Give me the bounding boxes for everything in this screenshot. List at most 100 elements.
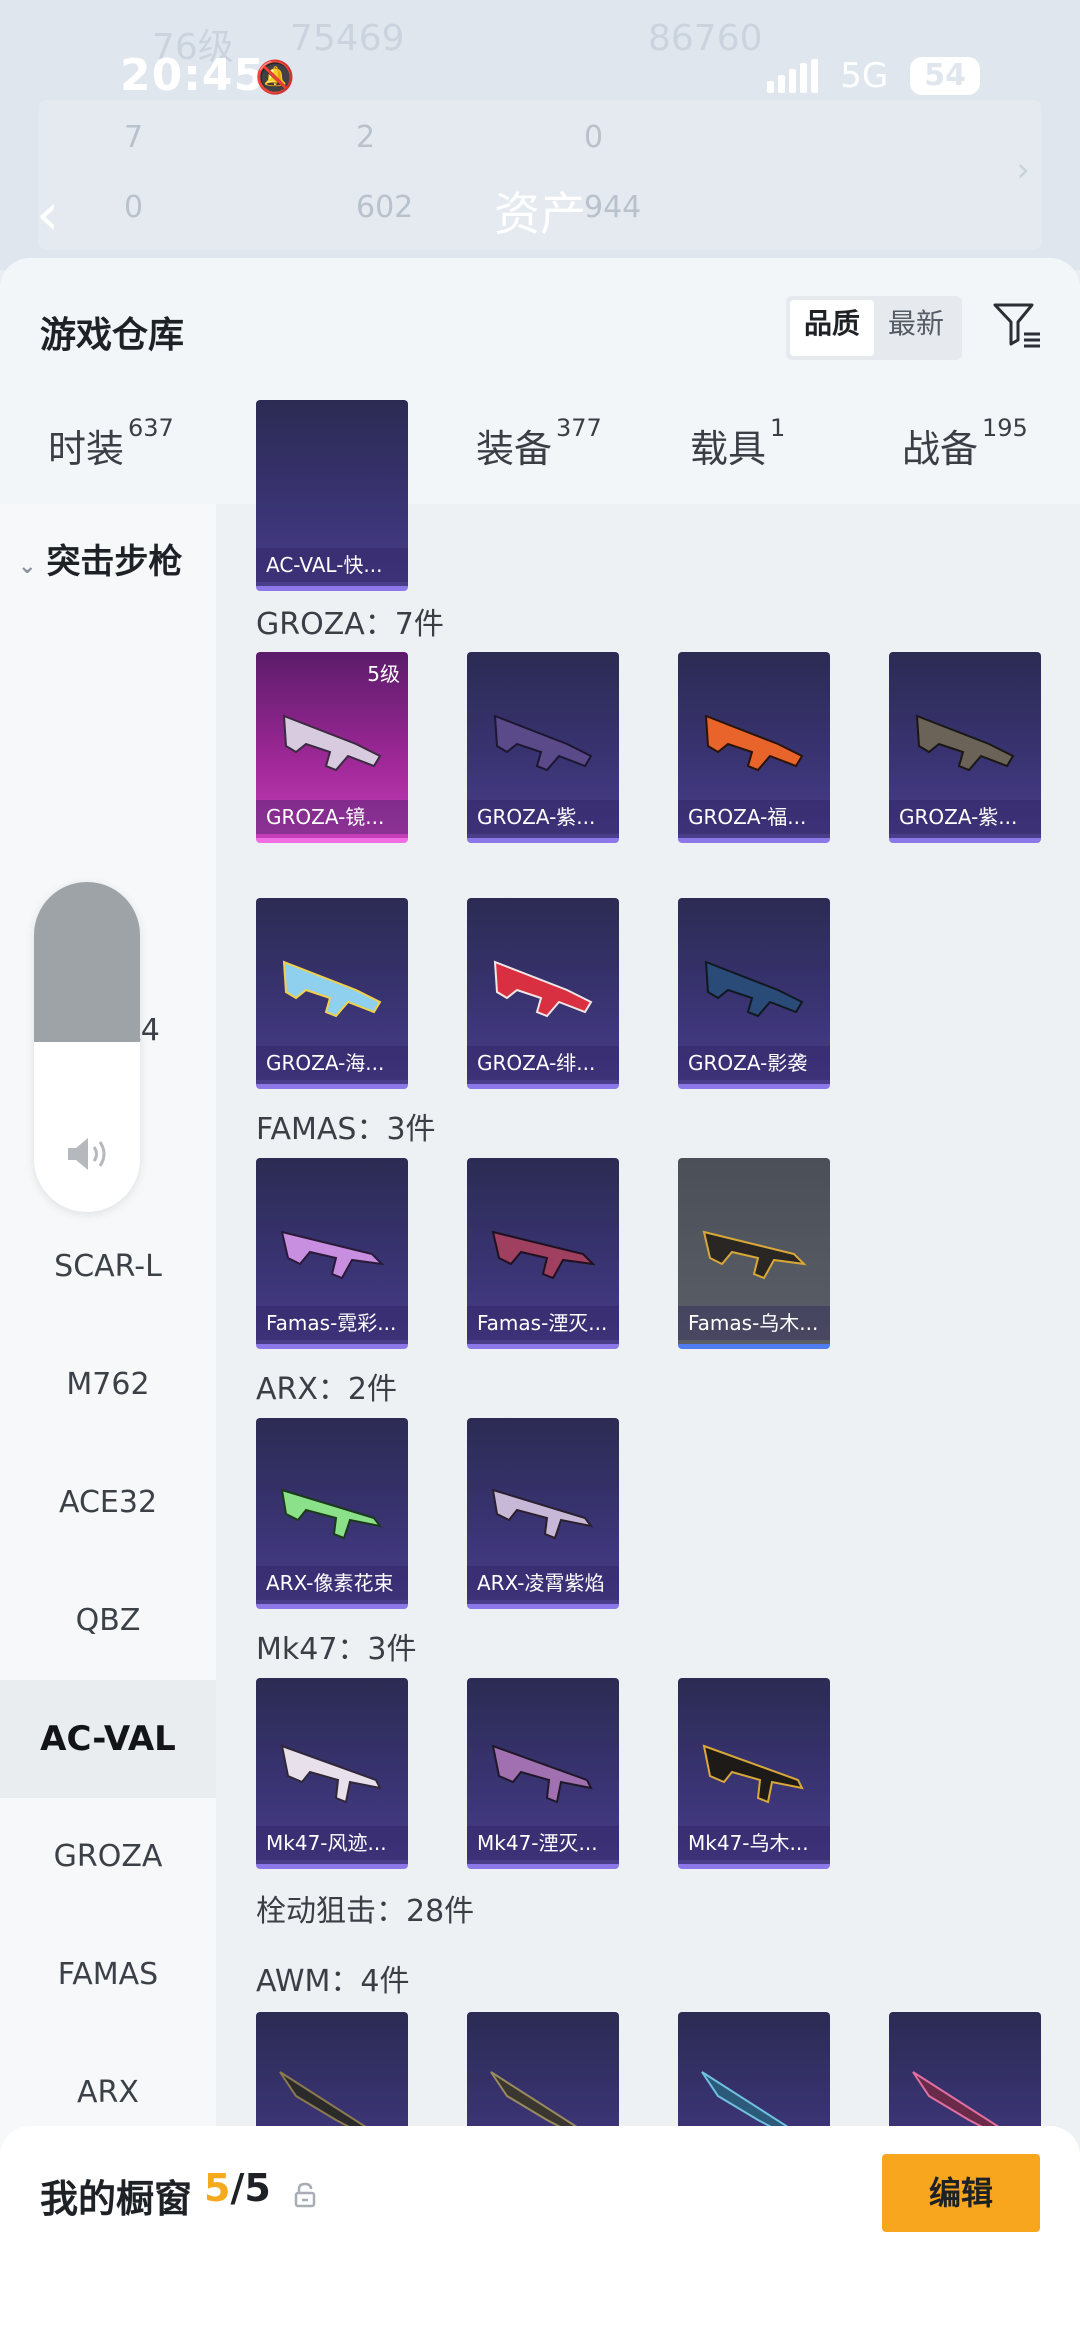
groza-gun-icon: [704, 960, 804, 1018]
warehouse-panel: 游戏仓库 品质 最新 时装637 枪械291 装备377 载具1 战备195 ⌄…: [0, 258, 1080, 2347]
weapon-card[interactable]: AC-VAL-快...: [256, 400, 408, 591]
card-name: GROZA-影袭: [678, 1046, 830, 1080]
player-coins: 75469: [290, 18, 405, 59]
tab-label: 装备: [476, 427, 553, 471]
tab-vehicles[interactable]: 载具 1: [690, 414, 785, 473]
showcase-current: 5: [204, 2166, 231, 2210]
edit-button[interactable]: 编辑: [882, 2154, 1040, 2232]
weapon-card[interactable]: Famas-湮灭...: [467, 1158, 619, 1349]
showcase-bar: 我的橱窗 5/5 编辑: [0, 2126, 1080, 2347]
card-name: GROZA-福...: [678, 800, 830, 834]
card-name: GROZA-紫...: [889, 800, 1041, 834]
groza-gun-icon: [493, 960, 593, 1018]
weapon-card[interactable]: GROZA-影袭: [678, 898, 830, 1089]
sidebar-item-groza[interactable]: GROZA: [0, 1798, 216, 1916]
weapon-card[interactable]: Mk47-风迹...: [256, 1678, 408, 1869]
stat-value: 2: [356, 120, 376, 155]
tab-count: 637: [128, 414, 174, 442]
battery-indicator: 54: [910, 57, 980, 95]
showcase-label: 我的橱窗: [40, 2177, 193, 2221]
sidebar-item-famas[interactable]: FAMAS: [0, 1916, 216, 2034]
section-label-famas: FAMAS：3件: [256, 1112, 436, 1147]
sort-newest-button[interactable]: 最新: [874, 300, 958, 356]
weapon-card[interactable]: Famas-霓彩...: [256, 1158, 408, 1349]
chevron-right-icon[interactable]: ›: [1016, 150, 1030, 190]
profile-header-background: 76级 75469 86760 7 2 0 0 602 944 20:45 🔕 …: [0, 0, 1080, 270]
category-tabs: 时装637 枪械291 装备377 载具1 战备195: [0, 408, 1080, 504]
card-name: Famas-霓彩...: [256, 1306, 408, 1340]
groza-gun-icon: [704, 714, 804, 772]
network-label: 5G: [840, 56, 889, 96]
panel-title: 游戏仓库: [40, 315, 185, 356]
mk47-gun-icon: [491, 1744, 593, 1804]
groza-gun-icon: [915, 714, 1015, 772]
card-name: Mk47-风迹...: [256, 1826, 408, 1860]
arx-gun-icon: [280, 1488, 383, 1540]
showcase-total: /5: [230, 2166, 271, 2210]
weapon-card[interactable]: GROZA-紫...: [889, 652, 1041, 843]
tab-count: 195: [982, 414, 1028, 442]
card-name: AC-VAL-快...: [256, 548, 408, 582]
weapon-card[interactable]: GROZA-紫...: [467, 652, 619, 843]
card-name: Mk47-乌木...: [678, 1826, 830, 1860]
groza-gun-icon: [282, 960, 382, 1018]
sidebar-item-qbz[interactable]: QBZ: [0, 1562, 216, 1680]
card-name: GROZA-海...: [256, 1046, 408, 1080]
arx-gun-icon: [491, 1488, 594, 1540]
section-label-awm: AWM：4件: [256, 1964, 410, 1999]
weapon-card[interactable]: GROZA-绯...: [467, 898, 619, 1089]
status-time: 20:45: [120, 50, 266, 101]
famas-gun-icon: [280, 1230, 385, 1280]
famas-gun-icon: [491, 1230, 596, 1280]
weapon-card[interactable]: GROZA-福...: [678, 652, 830, 843]
chevron-down-icon: ⌄: [18, 554, 37, 579]
category-label: 突击步枪: [46, 542, 183, 582]
weapon-card[interactable]: ARX-凌霄紫焰: [467, 1418, 619, 1609]
volume-level: [34, 882, 140, 1042]
speaker-icon: [68, 1138, 106, 1170]
sidebar-item-m762[interactable]: M762: [0, 1326, 216, 1444]
tab-label: 时装: [48, 427, 125, 471]
section-label-bolt-action: 栓动狙击：28件: [256, 1894, 475, 1929]
sidebar-item-scar-l[interactable]: SCAR-L: [0, 1208, 216, 1326]
section-label-mk47: Mk47：3件: [256, 1632, 417, 1667]
status-bar-right: 5G 54: [767, 56, 980, 96]
sidebar-category-header[interactable]: ⌄ 突击步枪: [18, 534, 182, 583]
weapon-card[interactable]: GROZA-海...: [256, 898, 408, 1089]
weapon-card[interactable]: Famas-乌木...: [678, 1158, 830, 1349]
card-level: 5级: [367, 662, 400, 686]
weapon-card[interactable]: Mk47-乌木...: [678, 1678, 830, 1869]
showcase-count: 5/5: [204, 2166, 271, 2210]
card-name: ARX-凌霄紫焰: [467, 1566, 619, 1600]
tab-supplies[interactable]: 战备 195: [902, 414, 1028, 473]
tab-fashion[interactable]: 时装 637: [48, 414, 174, 473]
signal-icon: [767, 59, 819, 93]
stat-value: 0: [584, 120, 604, 155]
groza-gun-icon: [493, 714, 593, 772]
sort-quality-button[interactable]: 品质: [789, 300, 874, 356]
groza-gun-icon: [282, 714, 382, 772]
player-other-stat: 86760: [648, 18, 763, 59]
filter-icon[interactable]: [992, 300, 1042, 350]
card-name: Famas-湮灭...: [467, 1306, 619, 1340]
tab-count: 1: [770, 414, 786, 442]
tab-count: 377: [556, 414, 602, 442]
weapon-card[interactable]: Mk47-湮灭...: [467, 1678, 619, 1869]
volume-slider[interactable]: [34, 882, 140, 1212]
tab-equipment[interactable]: 装备 377: [476, 414, 602, 473]
weapon-card[interactable]: 5级 GROZA-镜...: [256, 652, 408, 843]
weapon-card[interactable]: ARX-像素花束: [256, 1418, 408, 1609]
card-name: Mk47-湮灭...: [467, 1826, 619, 1860]
lock-icon: [294, 2182, 316, 2208]
section-label-groza: GROZA：7件: [256, 607, 444, 642]
card-name: GROZA-镜...: [256, 800, 408, 834]
tab-label: 载具: [690, 427, 767, 471]
sidebar-item-ac-val[interactable]: AC-VAL: [0, 1680, 216, 1798]
mk47-gun-icon: [280, 1744, 382, 1804]
mute-bell-icon: 🔕: [255, 58, 295, 96]
sort-toggle: 品质 最新: [785, 296, 962, 360]
stat-value: 7: [124, 120, 144, 155]
sidebar-item-ace32[interactable]: ACE32: [0, 1444, 216, 1562]
weapon-list: AC-VAL-快... GROZA：7件 5级 GROZA-镜... GROZA…: [216, 400, 1080, 2347]
card-name: Famas-乌木...: [678, 1306, 830, 1340]
